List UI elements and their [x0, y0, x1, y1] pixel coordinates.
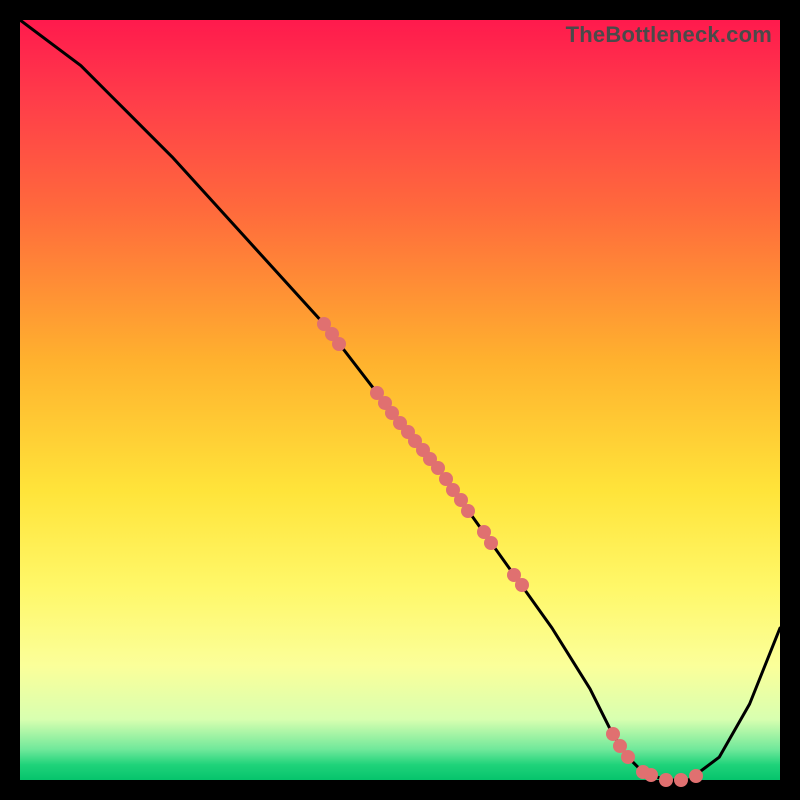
highlight-dot — [515, 578, 529, 592]
curve-svg — [20, 20, 780, 780]
highlight-dot — [674, 773, 688, 787]
bottleneck-curve — [20, 20, 780, 780]
chart-container: TheBottleneck.com — [0, 0, 800, 800]
highlight-dot — [689, 769, 703, 783]
highlight-dot — [659, 773, 673, 787]
highlight-dot — [644, 768, 658, 782]
highlight-dot — [484, 536, 498, 550]
highlight-dot — [332, 337, 346, 351]
plot-area: TheBottleneck.com — [20, 20, 780, 780]
